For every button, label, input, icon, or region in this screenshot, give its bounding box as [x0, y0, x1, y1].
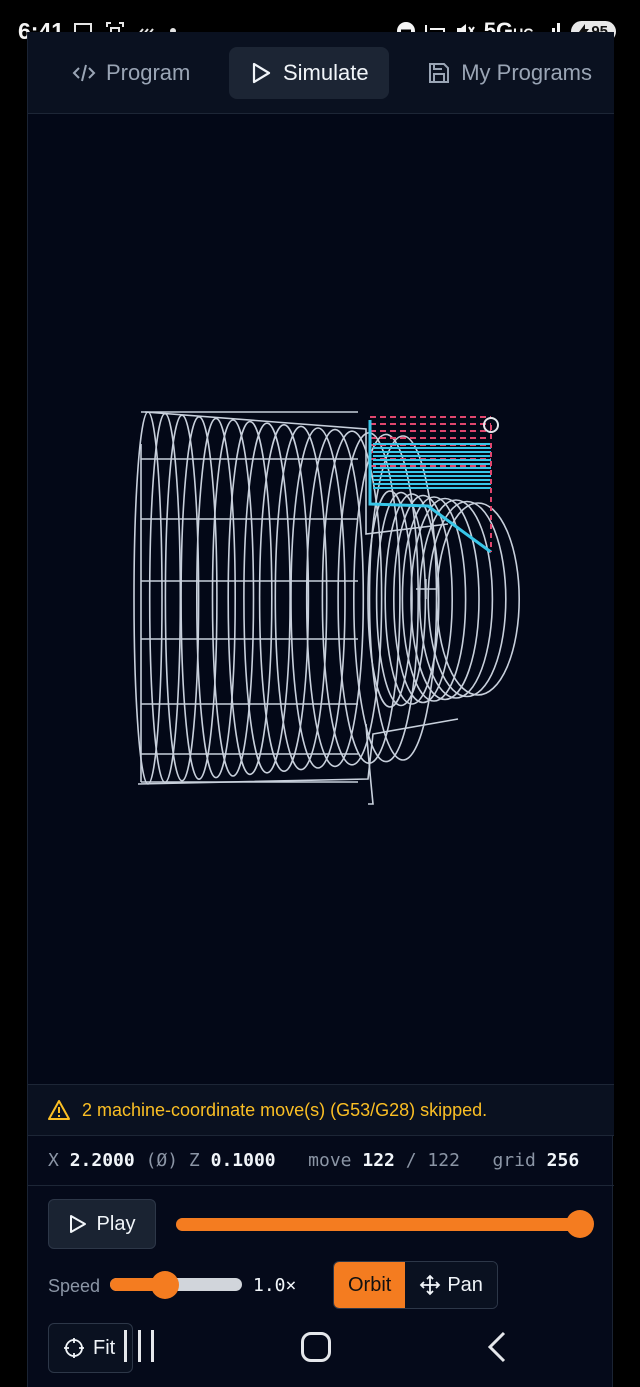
move-arrows-icon [420, 1274, 441, 1296]
move-label: move [308, 1150, 352, 1171]
grid-label: grid [492, 1150, 536, 1171]
stock-ring [321, 430, 383, 766]
playback-controls: Play [28, 1186, 614, 1266]
z-label: Z [188, 1150, 200, 1171]
position-readout: X 2.2000 (Ø) Z 0.1000 move 122 / 122 gri… [28, 1136, 614, 1186]
recent-apps-button[interactable] [124, 1330, 154, 1362]
code-icon [72, 64, 96, 81]
stock-ring [305, 428, 365, 768]
app-container: Program Simulate My Programs 2 machine-c… [27, 32, 614, 1387]
tab-simulate[interactable]: Simulate [228, 46, 389, 99]
stock-ring [418, 499, 494, 699]
z-value: 0.1000 [210, 1150, 276, 1171]
warning-triangle-icon [48, 1100, 70, 1120]
play-label: Play [96, 1212, 136, 1235]
warning-text: 2 machine-coordinate move(s) (G53/G28) s… [82, 1099, 488, 1120]
tab-program[interactable]: Program [52, 47, 210, 99]
simulation-viewport[interactable] [28, 114, 614, 1084]
stock-ring [427, 500, 507, 698]
x-value: 2.2000 [69, 1150, 135, 1171]
warning-banner: 2 machine-coordinate move(s) (G53/G28) s… [28, 1084, 614, 1136]
speed-label: Speed [48, 1276, 101, 1296]
view-controls: Speed 1.0× Orbit Pan [28, 1258, 614, 1316]
back-button[interactable] [484, 1330, 510, 1364]
speed-value: 1.0× [253, 1275, 297, 1296]
tab-bar: Program Simulate My Programs [28, 32, 614, 114]
stock-ring [435, 502, 520, 696]
x-suffix: (Ø) [145, 1150, 179, 1171]
toolpath-scene[interactable] [28, 114, 614, 1084]
tab-my-programs[interactable]: My Programs [407, 47, 592, 99]
stock-ring [133, 411, 163, 785]
save-icon [429, 62, 450, 83]
stock-ring [196, 417, 237, 779]
stock-ring [290, 427, 346, 769]
stock-wireframe [133, 411, 520, 805]
x-label: X [48, 1150, 59, 1171]
move-separator: / [405, 1150, 417, 1171]
progress-fill [176, 1218, 580, 1231]
move-total: 122 [427, 1150, 460, 1171]
camera-mode-toggle: Orbit Pan [333, 1261, 498, 1309]
move-current: 122 [362, 1150, 395, 1171]
progress-slider[interactable] [176, 1218, 580, 1231]
pan-label: Pan [447, 1273, 483, 1296]
progress-handle[interactable] [566, 1210, 594, 1238]
tab-simulate-label: Simulate [282, 59, 369, 85]
play-icon [69, 1215, 86, 1233]
system-navigation-bar [0, 1310, 640, 1387]
stock-ring [164, 414, 200, 782]
play-button[interactable]: Play [48, 1199, 156, 1249]
home-button[interactable] [301, 1332, 331, 1362]
orbit-label: Orbit [348, 1273, 392, 1296]
speed-handle[interactable] [151, 1271, 180, 1299]
grid-value: 256 [546, 1150, 580, 1171]
tab-program-label: Program [106, 59, 191, 85]
play-icon [252, 62, 271, 83]
pan-button[interactable]: Pan [405, 1262, 497, 1308]
stock-ring [211, 419, 255, 777]
toolpath-profile [368, 420, 492, 554]
stock-ring [367, 490, 413, 708]
orbit-button[interactable]: Orbit [334, 1262, 406, 1308]
tab-my-programs-label: My Programs [461, 59, 592, 85]
